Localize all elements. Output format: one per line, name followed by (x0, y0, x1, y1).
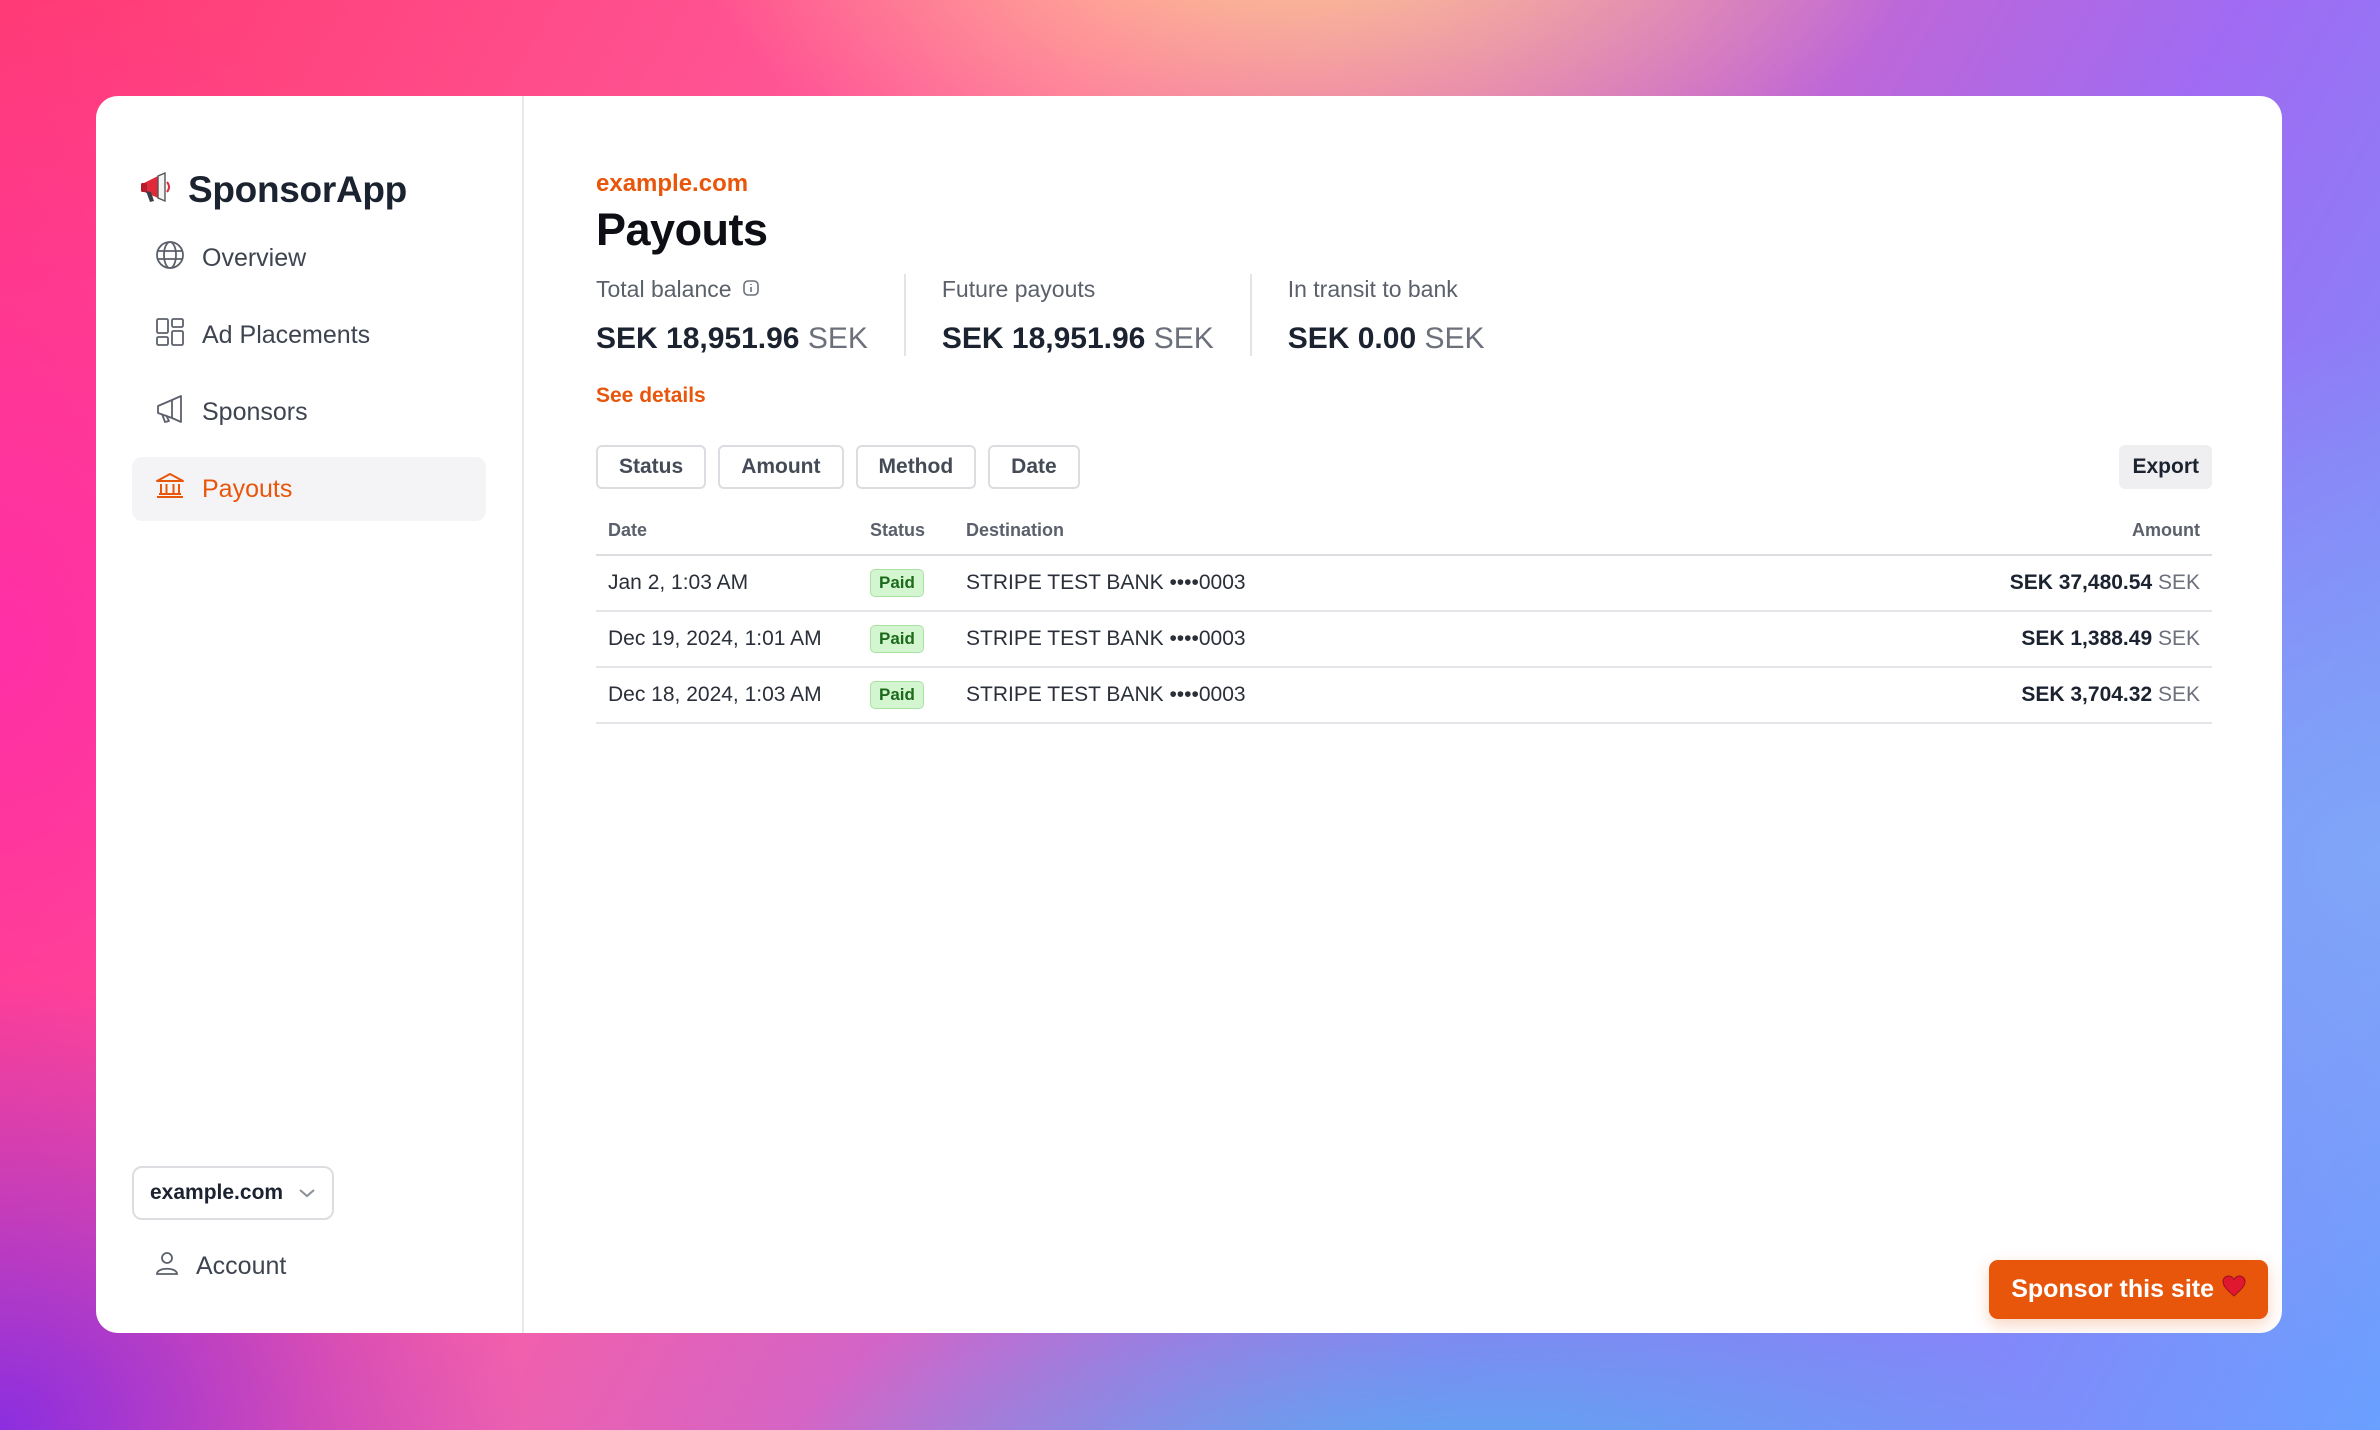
payouts-table: Date Status Destination Amount Jan 2, 1:… (596, 507, 2212, 724)
account-label: Account (196, 1251, 287, 1280)
cell-destination: STRIPE TEST BANK ••••0003 (954, 555, 1692, 612)
table-row[interactable]: Jan 2, 1:03 AM Paid STRIPE TEST BANK •••… (596, 555, 2212, 612)
site-select[interactable]: example.com (132, 1166, 334, 1220)
status-badge: Paid (870, 569, 924, 597)
sidebar-item-label: Payouts (202, 474, 293, 503)
bank-icon (154, 470, 186, 509)
cell-currency: SEK (2157, 571, 2200, 594)
user-icon (154, 1250, 180, 1283)
stat-value: SEK 18,951.96 (941, 322, 1146, 355)
layout-icon (154, 316, 186, 355)
sidebar-item-sponsors[interactable]: Sponsors (132, 380, 486, 444)
stat-total-balance: Total balance SEK 18,951.96 SEK (596, 274, 906, 356)
table-row[interactable]: Dec 19, 2024, 1:01 AM Paid STRIPE TEST B… (596, 611, 2212, 668)
table-row[interactable]: Dec 18, 2024, 1:03 AM Paid STRIPE TEST B… (596, 667, 2212, 724)
column-header-destination[interactable]: Destination (954, 507, 1692, 556)
app-window: SponsorApp Overview Ad Placements Sponso… (96, 96, 2282, 1333)
cell-amount: SEK 3,704.32 (2021, 683, 2153, 706)
filter-amount-button[interactable]: Amount (718, 444, 844, 489)
sidebar: SponsorApp Overview Ad Placements Sponso… (96, 96, 524, 1333)
page-title: Payouts (596, 204, 768, 255)
brand[interactable]: SponsorApp (138, 168, 486, 212)
sidebar-item-label: Sponsors (202, 397, 308, 426)
stat-value: SEK 18,951.96 (596, 322, 800, 355)
site-label: example.com (596, 170, 749, 197)
chevron-down-icon (298, 1181, 316, 1205)
sidebar-item-label: Overview (202, 243, 307, 272)
status-badge: Paid (870, 681, 924, 709)
sponsor-button-label: Sponsor this site (2011, 1275, 2214, 1303)
column-header-amount[interactable]: Amount (1691, 507, 2212, 556)
export-button[interactable]: Export (2119, 444, 2212, 489)
cell-date: Dec 19, 2024, 1:01 AM (596, 611, 858, 668)
stat-currency: SEK (807, 322, 868, 355)
filter-bar: Status Amount Method Date Export (596, 444, 2212, 489)
stat-label: Future payouts (941, 275, 1096, 302)
stat-future-payouts: Future payouts SEK 18,951.96 SEK (942, 274, 1252, 356)
cell-date: Jan 2, 1:03 AM (596, 555, 858, 612)
filter-date-button[interactable]: Date (988, 444, 1080, 489)
heart-icon (2222, 1275, 2246, 1304)
cell-date: Dec 18, 2024, 1:03 AM (596, 667, 858, 724)
cell-currency: SEK (2157, 683, 2200, 706)
account-link[interactable]: Account (154, 1246, 286, 1286)
stat-label: In transit to bank (1287, 275, 1458, 302)
stat-label: Total balance (596, 275, 732, 302)
cell-amount: SEK 1,388.49 (2021, 627, 2153, 650)
stat-currency: SEK (1424, 322, 1485, 355)
stat-in-transit: In transit to bank SEK 0.00 SEK (1288, 274, 1521, 356)
sidebar-item-label: Ad Placements (202, 320, 371, 349)
globe-icon (154, 239, 186, 278)
column-header-date[interactable]: Date (596, 507, 858, 556)
filter-method-button[interactable]: Method (855, 444, 977, 489)
balance-stats: Total balance SEK 18,951.96 SEK Future p… (596, 274, 2212, 356)
site-select-value: example.com (150, 1181, 284, 1204)
sidebar-item-overview[interactable]: Overview (132, 226, 486, 290)
sidebar-item-ad-placements[interactable]: Ad Placements (132, 303, 486, 367)
megaphone-icon (138, 170, 174, 211)
see-details-link[interactable]: See details (596, 384, 706, 408)
column-header-status[interactable]: Status (858, 507, 954, 556)
cell-destination: STRIPE TEST BANK ••••0003 (954, 667, 1692, 724)
table-header-row: Date Status Destination Amount (596, 507, 2212, 556)
status-badge: Paid (870, 625, 924, 653)
sidebar-item-payouts[interactable]: Payouts (132, 457, 486, 521)
cell-currency: SEK (2157, 627, 2200, 650)
megaphone-outline-icon (154, 393, 186, 432)
info-icon[interactable] (742, 276, 760, 303)
sidebar-nav: Overview Ad Placements Sponsors Payouts (132, 226, 486, 521)
cell-amount: SEK 37,480.54 (2009, 571, 2153, 594)
filter-status-button[interactable]: Status (596, 444, 707, 489)
stat-value: SEK 0.00 (1287, 322, 1417, 355)
main-content: example.com Payouts Total balance SEK 18… (524, 96, 2282, 1333)
stat-currency: SEK (1153, 322, 1214, 355)
cell-destination: STRIPE TEST BANK ••••0003 (954, 611, 1692, 668)
app-title: SponsorApp (188, 169, 407, 210)
sponsor-this-site-button[interactable]: Sponsor this site (1989, 1260, 2268, 1319)
